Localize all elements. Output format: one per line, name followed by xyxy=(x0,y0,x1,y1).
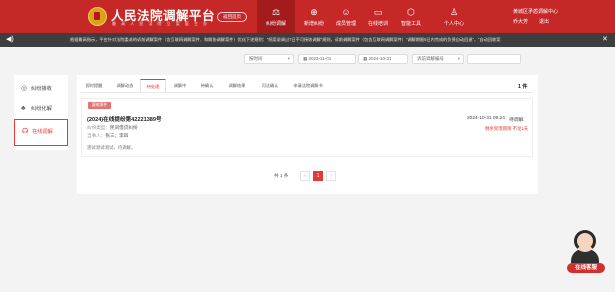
search-input[interactable] xyxy=(467,54,521,64)
difficulty-badge: 疑难案件 xyxy=(88,102,112,109)
tab-pending[interactable]: 待处理 xyxy=(140,79,166,92)
tab-divider xyxy=(81,92,533,93)
sidebar-item-dispute-resolve[interactable]: ♣ 纠纷化解 xyxy=(14,99,68,119)
court-emblem-icon xyxy=(88,7,107,26)
person-icon: ♙ xyxy=(449,7,459,17)
user-info: 黄城区矛盾调解中心 乔大芳 退出 xyxy=(513,8,559,25)
case-type-line: 纠纷类型：民间借贷纠纷 xyxy=(87,125,138,130)
case-row[interactable]: 疑难案件 (2024)在线提纷第42221389号 2024-10-31 09:… xyxy=(81,98,533,157)
next-page-button[interactable]: › xyxy=(326,171,336,181)
notice-bar: ◀) 根据最高指示，平台针对法院委派的诉前调解案件（含互联网调解案件、和解协调解… xyxy=(0,33,615,47)
case-number[interactable]: (2024)在线提纷第42221389号 xyxy=(87,115,162,123)
target-icon: ◎ xyxy=(21,85,28,92)
plus-icon: ⊕ xyxy=(310,7,318,17)
agent-head-icon xyxy=(574,230,596,252)
case-status: 待调解 xyxy=(509,118,524,123)
close-icon[interactable]: ✕ xyxy=(602,33,608,47)
return-home-button[interactable]: 返回首页 xyxy=(217,12,247,22)
nav-smart-tools[interactable]: ⬡ 智能工具 xyxy=(392,0,430,33)
nav-dispute-mediation[interactable]: ⚖ 纠纷调解 xyxy=(257,0,295,33)
case-description: 测试测试测试，待调解。 xyxy=(87,145,136,150)
case-count: 1 件 xyxy=(518,84,528,90)
monitor-icon: ▭ xyxy=(373,7,383,17)
logout-link[interactable]: 退出 xyxy=(539,18,549,25)
case-list-card: 即时提醒 调解动态 待处理 调解中 待确认 调解结果 司法确认 申请法院调解书 … xyxy=(77,75,538,194)
people-icon: ♣ xyxy=(21,105,26,112)
sidebar-item-online-mediation[interactable]: ☊ 在线调解 xyxy=(14,119,68,146)
toolbox-icon: ⬡ xyxy=(407,7,415,17)
tab-judicial-confirm[interactable]: 司法确认 xyxy=(255,79,285,92)
page-1-button[interactable]: 1 xyxy=(313,171,323,181)
case-time: 2024-10-31 09:24 xyxy=(467,116,505,121)
time-type-select[interactable]: 按时间 ▾ xyxy=(244,54,294,64)
gavel-icon: ⚖ xyxy=(271,7,281,17)
remaining-deadline: 剩余受理期限 不足1天 xyxy=(485,126,529,131)
user-name[interactable]: 乔大芳 xyxy=(513,18,528,25)
search-type-select[interactable]: 诉前调解编号 ▾ xyxy=(412,54,464,64)
platform-subtitle: 最 高 人 民 法 院 立 案 庭 主 办 xyxy=(112,21,210,26)
total-count: 共 1 条 xyxy=(274,173,289,178)
case-party-line: 当事人：张三；李四 xyxy=(87,133,129,138)
tab-instant-reminder[interactable]: 即时提醒 xyxy=(81,79,107,92)
tab-mediation-result[interactable]: 调解结果 xyxy=(222,79,252,92)
sidebar: ◎ 纠纷接收 ♣ 纠纷化解 ☊ 在线调解 xyxy=(14,75,68,150)
end-date-field[interactable]: ▦ 2024-10-31 xyxy=(358,54,408,64)
online-service-widget[interactable]: 在线客服 xyxy=(566,230,606,274)
speaker-icon: ◀) xyxy=(6,36,14,43)
online-service-label[interactable]: 在线客服 xyxy=(567,263,605,273)
prev-page-button[interactable]: ‹ xyxy=(300,171,310,181)
headset-icon: ☊ xyxy=(22,128,29,135)
top-header: 人民法院调解平台 最 高 人 民 法 院 立 案 庭 主 办 返回首页 ⚖ 纠纷… xyxy=(0,0,615,33)
start-date-field[interactable]: ▦ 2023-11-01 xyxy=(298,54,356,64)
nav-personal-center[interactable]: ♙ 个人中心 xyxy=(435,0,473,33)
tab-apply-court-mediation[interactable]: 申请法院调解书 xyxy=(288,79,328,92)
notice-text: 根据最高指示，平台针对法院委派的诉前调解案件（含互联网调解案件、和解协调解案件）… xyxy=(70,37,501,42)
tab-to-confirm[interactable]: 待确认 xyxy=(195,79,219,92)
user-icon: ☺ xyxy=(341,7,351,17)
pagination: 共 1 条 ‹ 1 › xyxy=(77,171,538,181)
chevron-down-icon: ▾ xyxy=(287,56,290,61)
chevron-down-icon: ▾ xyxy=(457,56,460,61)
tab-mediation-updates[interactable]: 调解动态 xyxy=(111,79,139,92)
tab-in-mediation[interactable]: 调解中 xyxy=(168,79,192,92)
org-name: 黄城区矛盾调解中心 xyxy=(513,9,559,15)
sidebar-item-dispute-receive[interactable]: ◎ 纠纷接收 xyxy=(14,79,68,99)
